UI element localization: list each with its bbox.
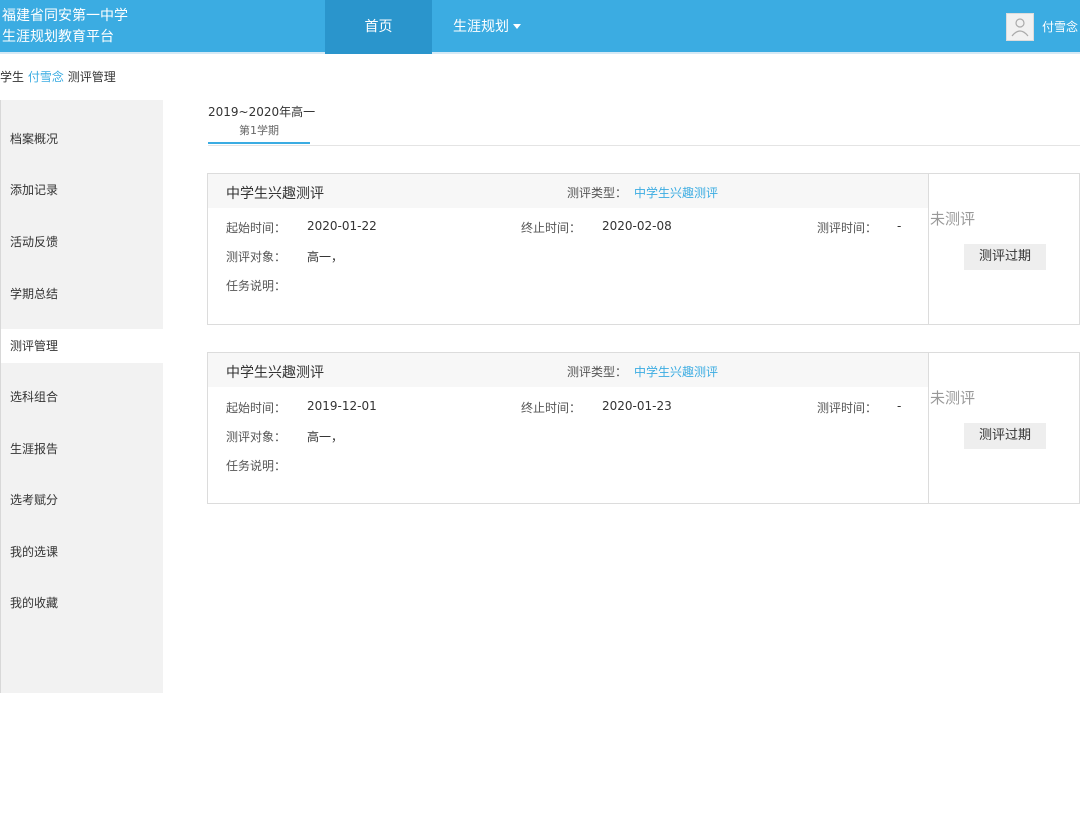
breadcrumb: 学生 付雪念 测评管理 xyxy=(0,68,116,85)
breadcrumb-role: 学生 xyxy=(0,70,25,84)
sidebar-item-my-courses[interactable]: 我的选课 xyxy=(1,535,163,569)
term-year: 2019~2020年高一 xyxy=(208,105,316,119)
target-value: 高一， xyxy=(307,430,344,444)
end-time-value: 2020-01-23 xyxy=(602,399,672,413)
test-time-label: 测评时间： xyxy=(817,401,878,415)
chevron-down-icon xyxy=(513,23,521,29)
assessment-status: 未测评 xyxy=(930,389,976,407)
site-brand[interactable]: 福建省同安第一中学 生涯规划教育平台 xyxy=(2,6,162,48)
avatar[interactable] xyxy=(1006,13,1034,41)
sidebar-item-exam-scoring[interactable]: 选考赋分 xyxy=(1,483,163,517)
sidebar-item-assessment-management[interactable]: 测评管理 xyxy=(1,329,163,363)
sidebar: 档案概况 添加记录 活动反馈 学期总结 测评管理 选科组合 生涯报告 选考赋分 … xyxy=(0,100,163,693)
assessment-type-value: 中学生兴趣测评 xyxy=(634,186,719,200)
sidebar-item-my-favorites[interactable]: 我的收藏 xyxy=(1,586,163,620)
term-tab-divider xyxy=(208,145,1080,146)
sidebar-item-profile[interactable]: 档案概况 xyxy=(1,122,163,156)
end-time-label: 终止时间： xyxy=(521,221,582,235)
end-time-label: 终止时间： xyxy=(521,401,582,415)
assessment-expired-button[interactable]: 测评过期 xyxy=(964,423,1046,449)
breadcrumb-user-link[interactable]: 付雪念 xyxy=(28,70,64,84)
brand-platform-name: 生涯规划教育平台 xyxy=(2,29,114,45)
assessment-status: 未测评 xyxy=(930,210,976,228)
nav-career-planning-label: 生涯规划 xyxy=(453,19,509,35)
assessment-card-header: 中学生兴趣测评 测评类型： 中学生兴趣测评 xyxy=(208,353,928,387)
assessment-status-panel: 未测评 测评过期 xyxy=(928,174,1080,324)
assessment-card: 中学生兴趣测评 测评类型： 中学生兴趣测评 起始时间： 2020-01-22 终… xyxy=(207,173,1080,325)
tab-term-1[interactable]: 第1学期 xyxy=(208,122,310,144)
nav-home[interactable]: 首页 xyxy=(325,0,432,54)
assessment-title: 中学生兴趣测评 xyxy=(226,365,324,381)
sidebar-item-career-report[interactable]: 生涯报告 xyxy=(1,432,163,466)
assessment-status-panel: 未测评 测评过期 xyxy=(928,353,1080,503)
target-value: 高一， xyxy=(307,250,344,264)
brand-school-name: 福建省同安第一中学 xyxy=(2,8,128,24)
user-name[interactable]: 付雪念 xyxy=(1042,0,1078,54)
user-avatar-icon xyxy=(1011,18,1029,37)
test-time-value: - xyxy=(897,399,902,413)
assessment-card-header: 中学生兴趣测评 测评类型： 中学生兴趣测评 xyxy=(208,174,928,208)
sidebar-item-add-record[interactable]: 添加记录 xyxy=(1,173,163,207)
start-time-label: 起始时间： xyxy=(226,401,287,415)
sidebar-item-subject-selection[interactable]: 选科组合 xyxy=(1,380,163,414)
end-time-value: 2020-02-08 xyxy=(602,219,672,233)
assessment-title: 中学生兴趣测评 xyxy=(226,186,324,202)
target-label: 测评对象： xyxy=(226,250,287,264)
start-time-value: 2019-12-01 xyxy=(307,399,377,413)
assessment-type-value: 中学生兴趣测评 xyxy=(634,365,719,379)
nav-career-planning[interactable]: 生涯规划 xyxy=(432,0,542,54)
assessment-type-label: 测评类型： xyxy=(567,186,628,200)
nav-home-label: 首页 xyxy=(364,19,393,35)
breadcrumb-current-page: 测评管理 xyxy=(67,70,116,84)
test-time-value: - xyxy=(897,219,902,233)
sidebar-item-term-summary[interactable]: 学期总结 xyxy=(1,277,163,311)
assessment-type-label: 测评类型： xyxy=(567,365,628,379)
test-time-label: 测评时间： xyxy=(817,221,878,235)
top-nav-bar: 福建省同安第一中学 生涯规划教育平台 首页 生涯规划 付雪念 xyxy=(0,0,1080,54)
sidebar-item-activity-feedback[interactable]: 活动反馈 xyxy=(1,225,163,259)
start-time-label: 起始时间： xyxy=(226,221,287,235)
assessment-expired-button[interactable]: 测评过期 xyxy=(964,244,1046,270)
assessment-card: 中学生兴趣测评 测评类型： 中学生兴趣测评 起始时间： 2019-12-01 终… xyxy=(207,352,1080,504)
task-description-label: 任务说明： xyxy=(226,279,287,293)
task-description-label: 任务说明： xyxy=(226,459,287,473)
target-label: 测评对象： xyxy=(226,430,287,444)
start-time-value: 2020-01-22 xyxy=(307,219,377,233)
